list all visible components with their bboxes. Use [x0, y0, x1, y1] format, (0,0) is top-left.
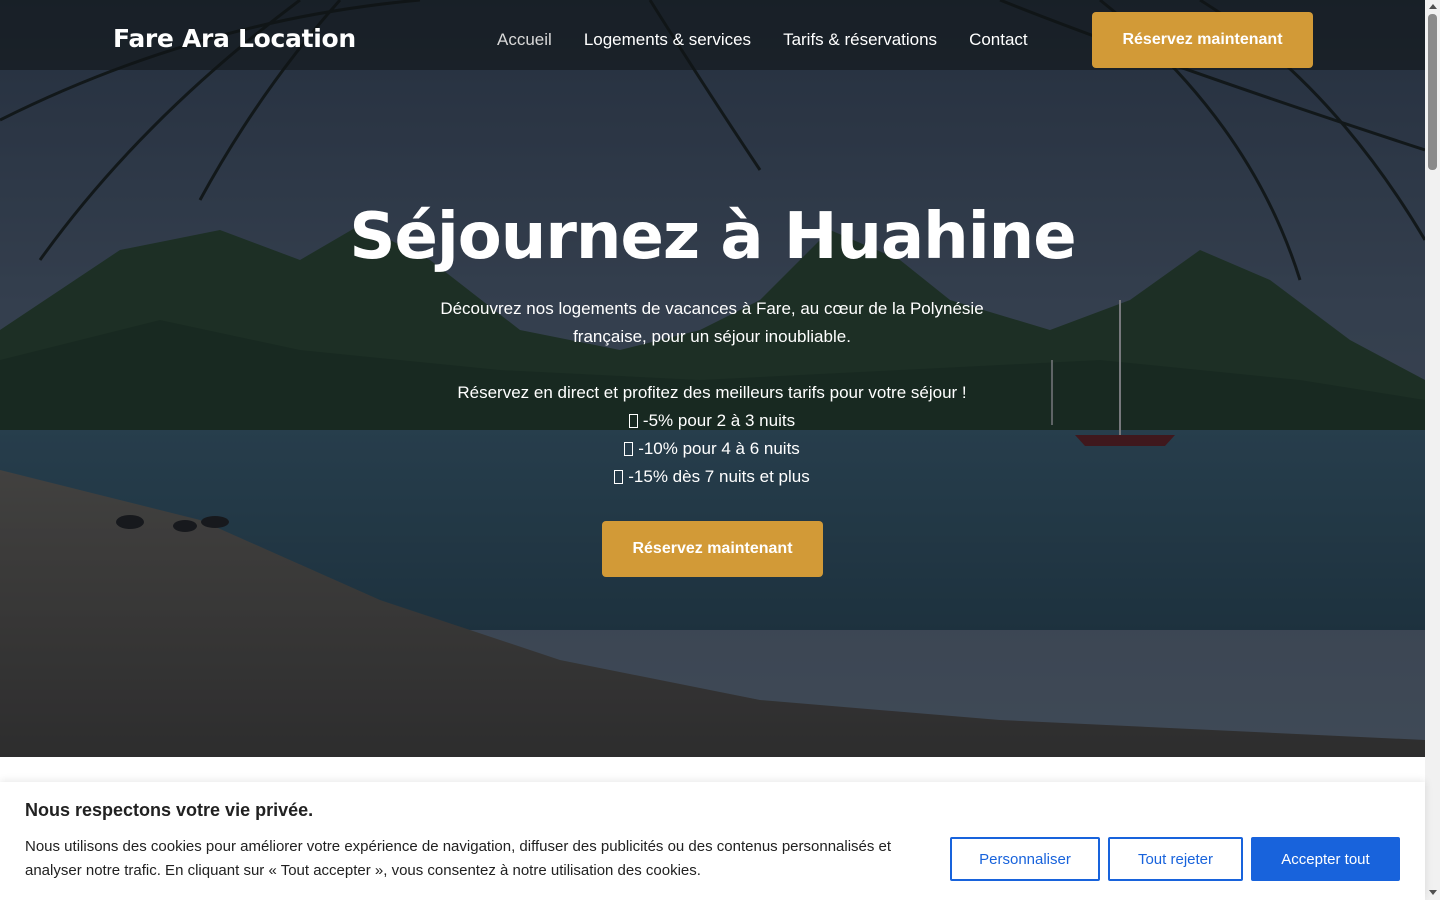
- discount-item: -15% dès 7 nuits et plus: [412, 463, 1012, 491]
- cookie-accept-all-button[interactable]: Accepter tout: [1251, 837, 1400, 881]
- hero-book-now-button[interactable]: Réservez maintenant: [602, 521, 823, 577]
- nav-item-tarifs[interactable]: Tarifs & réservations: [783, 30, 937, 50]
- scroll-down-arrow-icon[interactable]: [1429, 890, 1437, 895]
- site-header: Fare Ara Location Accueil Logements & se…: [0, 0, 1425, 80]
- cookie-banner-text: Nous utilisons des cookies pour améliore…: [25, 838, 892, 879]
- scrollbar-thumb[interactable]: [1428, 14, 1437, 170]
- cookie-customize-button[interactable]: Personnaliser: [950, 837, 1100, 881]
- cookie-banner-title: Nous respectons votre vie privée.: [25, 800, 314, 820]
- discount-item: -5% pour 2 à 3 nuits: [412, 407, 1012, 435]
- missing-glyph-icon: [628, 414, 638, 428]
- site-logo[interactable]: Fare Ara Location: [113, 24, 356, 53]
- cookie-reject-all-button[interactable]: Tout rejeter: [1108, 837, 1243, 881]
- hero-promo-line: Réservez en direct et profitez des meill…: [457, 383, 967, 402]
- header-book-now-button[interactable]: Réservez maintenant: [1092, 12, 1313, 68]
- hero-section: Séjournez à Huahine Découvrez nos logeme…: [0, 0, 1425, 757]
- hero-intro-line: française, pour un séjour inoubliable.: [573, 327, 851, 346]
- missing-glyph-icon: [614, 470, 624, 484]
- discount-item: -10% pour 4 à 6 nuits: [412, 435, 1012, 463]
- hero-description: Découvrez nos logements de vacances à Fa…: [412, 295, 1012, 491]
- main-nav: Accueil Logements & services Tarifs & ré…: [497, 30, 1028, 50]
- scroll-up-arrow-icon[interactable]: [1429, 4, 1437, 9]
- hero-intro-line: Découvrez nos logements de vacances à Fa…: [440, 299, 984, 318]
- hero-title: Séjournez à Huahine: [349, 200, 1076, 274]
- nav-item-contact[interactable]: Contact: [969, 30, 1028, 50]
- page-scrollbar[interactable]: [1425, 0, 1440, 900]
- nav-item-logements[interactable]: Logements & services: [584, 30, 751, 50]
- cookie-consent-banner: Nous respectons votre vie privée. Nous u…: [0, 782, 1425, 900]
- missing-glyph-icon: [624, 442, 634, 456]
- nav-item-accueil[interactable]: Accueil: [497, 30, 552, 50]
